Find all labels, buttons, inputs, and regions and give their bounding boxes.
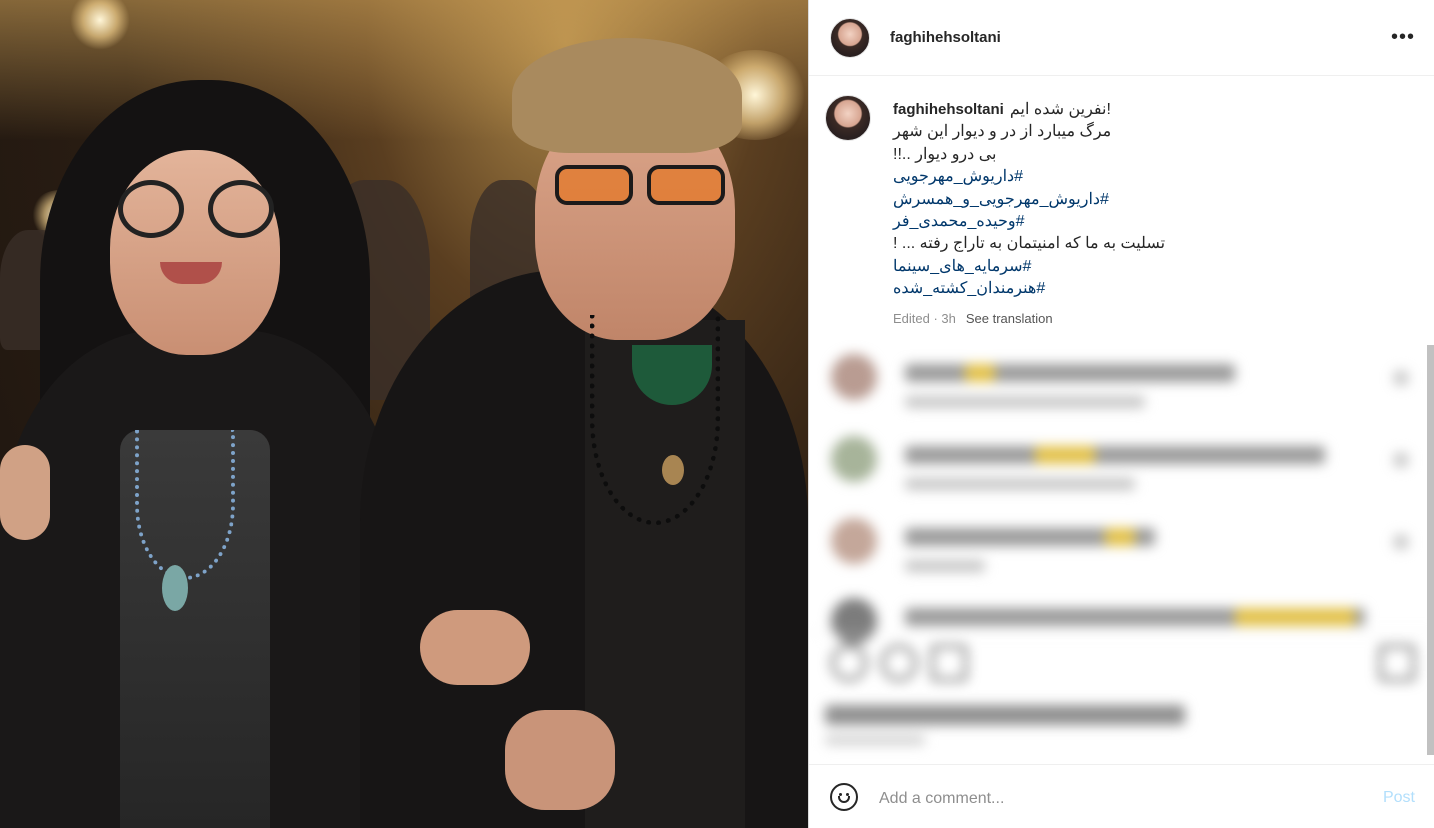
comment-item [825,430,1415,500]
instagram-post-modal: faghihehsoltani ••• faghihehsoltani نفرین… [0,0,1434,828]
comment-text-blurred [905,528,1155,546]
like-icon [831,645,867,681]
hashtag-link[interactable]: #داریوش_مهرجویی_و_همسرش [893,189,1413,211]
man-orange-glasses [555,165,725,207]
comments-scrollbar[interactable] [1427,345,1434,755]
comment-text-blurred [905,608,1365,626]
comment-icon [881,645,917,681]
caption-text-line: تسلیت به ما که امنیتمان به تاراج رفته ..… [893,235,1166,253]
woman-glasses [118,180,274,240]
caption-username[interactable]: faghihehsoltani [893,101,1004,118]
hashtag-link[interactable]: #داریوش_مهرجویی [893,166,1413,188]
post-date-blurred [825,735,925,745]
more-options-icon[interactable]: ••• [1391,27,1415,47]
likes-count-blurred [825,705,1185,725]
caption-text-line: نفرین شده ایم! [1009,101,1111,118]
like-comment-icon [1393,452,1409,468]
comment-meta-blurred [905,478,1135,490]
post-side-panel: faghihehsoltani ••• faghihehsoltani نفرین… [808,0,1434,828]
author-avatar[interactable] [830,18,870,58]
like-comment-icon [1393,370,1409,386]
comment-meta-blurred [905,396,1145,408]
commenter-avatar [831,436,877,482]
comment-item [825,348,1415,418]
commenter-avatar [831,518,877,564]
save-icon [1379,645,1415,681]
woman-pendant [162,565,188,611]
comment-text-blurred [905,446,1325,464]
comment-input[interactable] [879,787,1349,811]
man-flat-cap [512,38,742,153]
caption-text-line: بی درو دیوار ..!! [893,145,997,163]
woman-hand [0,445,50,540]
caption-first-line: faghihehsoltani نفرین شده ایم! [893,99,1413,121]
comment-meta-blurred [905,560,985,572]
man-bead-necklace [590,315,720,525]
comment-text-blurred [905,364,1235,382]
blurred-content [809,340,1434,760]
woman-necklace [135,430,235,580]
edited-timestamp: Edited · 3h [893,310,956,326]
caption-text-line: مرگ میبارد از در و دیوار این شهر [893,123,1112,141]
post-header: faghihehsoltani ••• [809,0,1434,76]
smiley-icon[interactable] [830,783,858,811]
hashtag-link[interactable]: #سرمایه_های_سینما [893,256,1413,278]
like-comment-icon [1393,534,1409,550]
author-username[interactable]: faghihehsoltani [890,29,1001,46]
post-comment-button[interactable]: Post [1383,789,1415,807]
caption-meta: Edited · 3h See translation [893,311,1413,326]
divider [809,632,1434,633]
commenter-avatar [831,598,877,644]
post-actions-blurred [825,645,1415,685]
hashtag-link[interactable]: #وحیده_محمدی_فر [893,211,1413,233]
man-hand [505,710,615,810]
share-icon [931,645,967,681]
man-pendant [662,455,684,485]
blurred-comments-region [809,340,1434,760]
hashtag-link[interactable]: #هنرمندان_کشته_شده [893,278,1413,300]
linked-hands [420,610,530,685]
comment-item [825,512,1415,582]
caption-author-avatar[interactable] [825,95,871,141]
add-comment-bar: Post [809,764,1434,828]
post-photo[interactable] [0,0,808,828]
caption-body: faghihehsoltani نفرین شده ایم! مرگ میبارد… [893,99,1413,326]
commenter-avatar [831,354,877,400]
see-translation-link[interactable]: See translation [966,311,1053,326]
